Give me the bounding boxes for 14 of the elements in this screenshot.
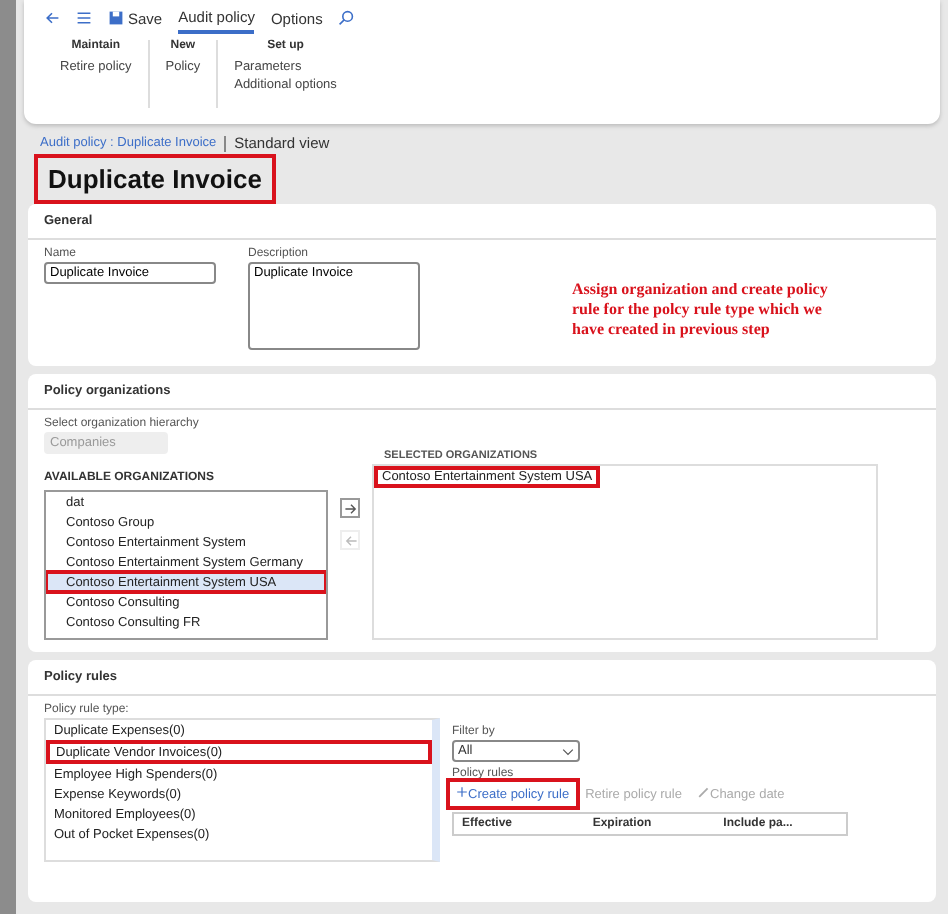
pencil-icon (698, 786, 710, 798)
plus-icon (456, 786, 468, 798)
menu-icon (76, 10, 92, 26)
add-button[interactable] (340, 498, 360, 518)
annotation-text: Assign organization and create policy rule for the polcy rule type which we have created in previous step (572, 280, 830, 342)
page-title: Duplicate Invoice (40, 160, 270, 198)
menu-button[interactable] (76, 10, 92, 26)
back-button[interactable] (44, 10, 60, 26)
search-button[interactable] (338, 10, 355, 26)
search-icon (338, 10, 355, 26)
left-arrow-icon (343, 533, 357, 547)
chevron-down-icon (562, 745, 574, 757)
right-arrow-icon (343, 501, 357, 515)
back-arrow-icon (44, 10, 60, 26)
